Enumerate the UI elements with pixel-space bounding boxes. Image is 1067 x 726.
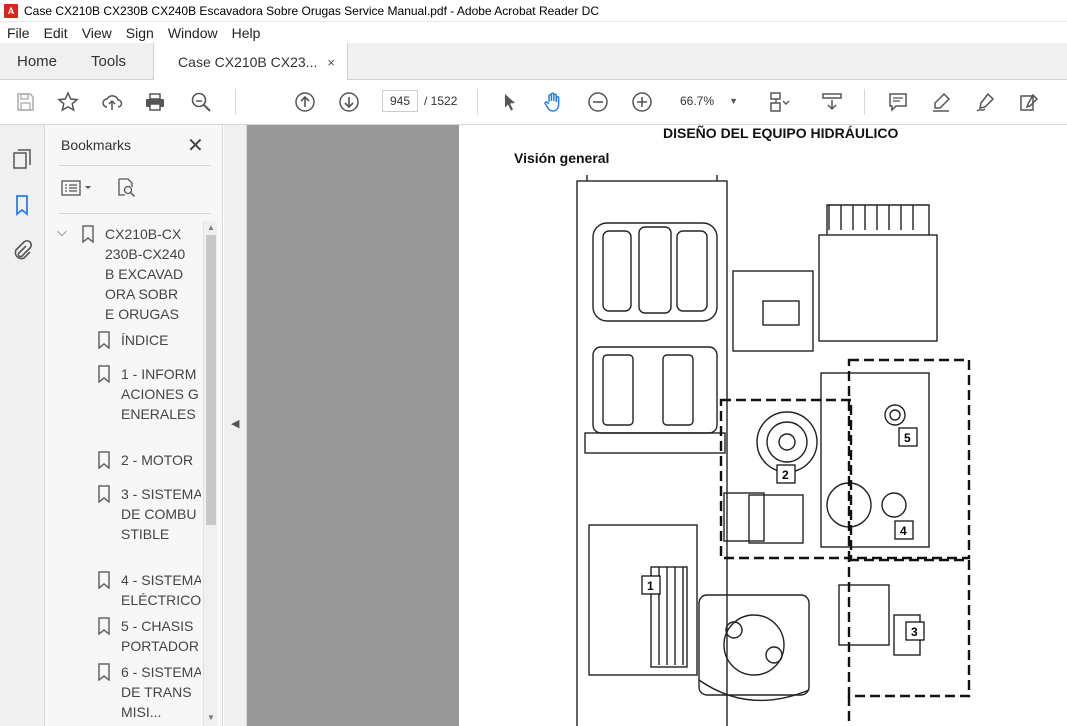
bookmarks-panel: Bookmarks ✕ ⌵ CX210B-CX230B-CX240B EXCAV… xyxy=(45,125,223,726)
menu-bar: File Edit View Sign Window Help xyxy=(0,22,1067,43)
acrobat-icon: A xyxy=(4,3,18,18)
scroll-thumb[interactable] xyxy=(206,235,216,525)
chevron-down-icon: ▼ xyxy=(729,96,738,106)
close-icon[interactable]: × xyxy=(327,55,335,70)
bookmark-label: 6 - SISTEMA DE TRANSMISI... xyxy=(121,664,201,720)
toolbar xyxy=(0,80,1067,125)
bookmark-item[interactable]: 2 - MOTOR xyxy=(97,450,201,470)
bookmark-icon xyxy=(98,663,110,681)
bookmark-label: CX210B-CX230B-CX240B EXCAVADORA SOBRE OR… xyxy=(105,226,186,322)
hydraulic-layout-drawing: 1 2 3 4 5 xyxy=(576,175,971,726)
save-icon[interactable] xyxy=(12,90,38,114)
chevron-left-icon[interactable]: ◀ xyxy=(231,417,239,430)
left-rail xyxy=(0,125,45,726)
bookmark-icon xyxy=(98,451,110,469)
zoom-value: 66.7% xyxy=(680,94,715,108)
select-pointer-icon[interactable] xyxy=(497,90,523,114)
bookmark-label: 3 - SISTEMA DE COMBUSTIBLE xyxy=(121,486,201,542)
menu-edit[interactable]: Edit xyxy=(37,25,75,41)
bookmarks-title: Bookmarks xyxy=(61,137,132,153)
bookmark-options-icon[interactable] xyxy=(61,179,95,202)
print-icon[interactable] xyxy=(142,90,168,114)
bookmark-item[interactable]: CX210B-CX230B-CX240B EXCAVADORA SOBRE OR… xyxy=(81,224,187,324)
page-display-icon[interactable] xyxy=(766,90,792,114)
highlight-icon[interactable] xyxy=(928,90,954,114)
callout-5: 5 xyxy=(904,431,911,445)
menu-window[interactable]: Window xyxy=(161,25,225,41)
bookmark-icon xyxy=(98,331,110,349)
callout-2: 2 xyxy=(782,468,789,482)
scroll-down-icon[interactable]: ▼ xyxy=(207,713,215,722)
page-heading: DISEÑO DEL EQUIPO HIDRÁULICO xyxy=(663,125,899,141)
tab-document[interactable]: Case CX210B CX23... × xyxy=(153,43,348,81)
callout-4: 4 xyxy=(900,524,907,538)
bookmark-search-icon[interactable] xyxy=(115,177,137,204)
zoom-out-icon[interactable] xyxy=(585,90,611,114)
chevron-down-icon[interactable]: ⌵ xyxy=(57,224,67,240)
bookmark-panel-icon[interactable] xyxy=(10,193,34,217)
bookmark-item[interactable]: ÍNDICE xyxy=(97,330,201,350)
window-title: Case CX210B CX230B CX240B Escavadora Sob… xyxy=(24,3,599,18)
star-icon[interactable] xyxy=(55,90,81,114)
panel-collapse-strip[interactable]: ◀ xyxy=(224,125,247,726)
tab-document-label: Case CX210B CX23... xyxy=(178,54,318,70)
page-up-icon[interactable] xyxy=(292,90,318,114)
bookmark-label: 5 - CHASIS PORTADOR xyxy=(121,618,200,654)
zoom-select[interactable]: 66.7% ▼ xyxy=(668,90,744,112)
bookmark-list: ⌵ CX210B-CX230B-CX240B EXCAVADORA SOBRE … xyxy=(45,220,201,726)
tab-bar: Home Tools Case CX210B CX23... × xyxy=(0,43,1067,81)
page-down-icon[interactable] xyxy=(336,90,362,114)
hand-tool-icon[interactable] xyxy=(540,90,566,114)
callout-3: 3 xyxy=(911,625,918,639)
title-bar: A Case CX210B CX230B CX240B Escavadora S… xyxy=(0,0,1067,22)
bookmark-icon xyxy=(98,617,110,635)
fill-sign-icon[interactable] xyxy=(1016,90,1042,114)
bookmark-label: 4 - SISTEMA ELÉCTRICO xyxy=(121,572,201,608)
bookmark-label: 1 - INFORMACIONES GENERALES xyxy=(121,366,199,422)
comment-icon[interactable] xyxy=(885,90,911,114)
bookmark-item[interactable]: 1 - INFORMACIONES GENERALES xyxy=(97,364,201,424)
page-number-input[interactable]: 945 xyxy=(382,90,418,112)
attachment-icon[interactable] xyxy=(10,239,34,263)
callout-1: 1 xyxy=(647,579,654,593)
bookmark-icon xyxy=(98,571,110,589)
bookmark-icon xyxy=(98,365,110,383)
pdf-page: DISEÑO DEL EQUIPO HIDRÁULICO Visión gene… xyxy=(459,125,1067,726)
page-subheading: Visión general xyxy=(514,150,610,166)
page-total: / 1522 xyxy=(424,94,458,108)
sign-icon[interactable] xyxy=(972,90,998,114)
divider xyxy=(59,165,211,166)
document-viewport[interactable]: DISEÑO DEL EQUIPO HIDRÁULICO Visión gene… xyxy=(247,125,1067,726)
close-icon[interactable]: ✕ xyxy=(187,133,204,158)
bookmark-label: 2 - MOTOR xyxy=(121,452,194,468)
scroll-up-icon[interactable]: ▲ xyxy=(207,223,215,232)
divider xyxy=(59,213,211,214)
zoom-in-icon[interactable] xyxy=(629,90,655,114)
scroll-mode-icon[interactable] xyxy=(819,90,845,114)
bookmark-icon xyxy=(98,485,110,503)
menu-sign[interactable]: Sign xyxy=(119,25,161,41)
tab-tools[interactable]: Tools xyxy=(74,43,143,79)
upload-icon[interactable] xyxy=(99,90,125,114)
bookmark-icon xyxy=(82,225,94,243)
menu-view[interactable]: View xyxy=(75,25,119,41)
menu-file[interactable]: File xyxy=(0,25,37,41)
bookmark-tools xyxy=(61,177,137,204)
bookmark-item[interactable]: 5 - CHASIS PORTADOR xyxy=(97,616,201,656)
menu-help[interactable]: Help xyxy=(225,25,268,41)
tab-home[interactable]: Home xyxy=(0,43,74,79)
bookmark-label: ÍNDICE xyxy=(121,332,169,348)
bookmark-item[interactable]: 6 - SISTEMA DE TRANSMISI... xyxy=(97,662,201,722)
bookmark-item[interactable]: 4 - SISTEMA ELÉCTRICO xyxy=(97,570,201,610)
find-zoom-icon[interactable] xyxy=(188,90,214,114)
bookmark-item[interactable]: 3 - SISTEMA DE COMBUSTIBLE xyxy=(97,484,201,544)
bookmarks-scrollbar[interactable]: ▲ ▼ xyxy=(203,221,217,726)
page-thumbnails-icon[interactable] xyxy=(10,147,34,171)
